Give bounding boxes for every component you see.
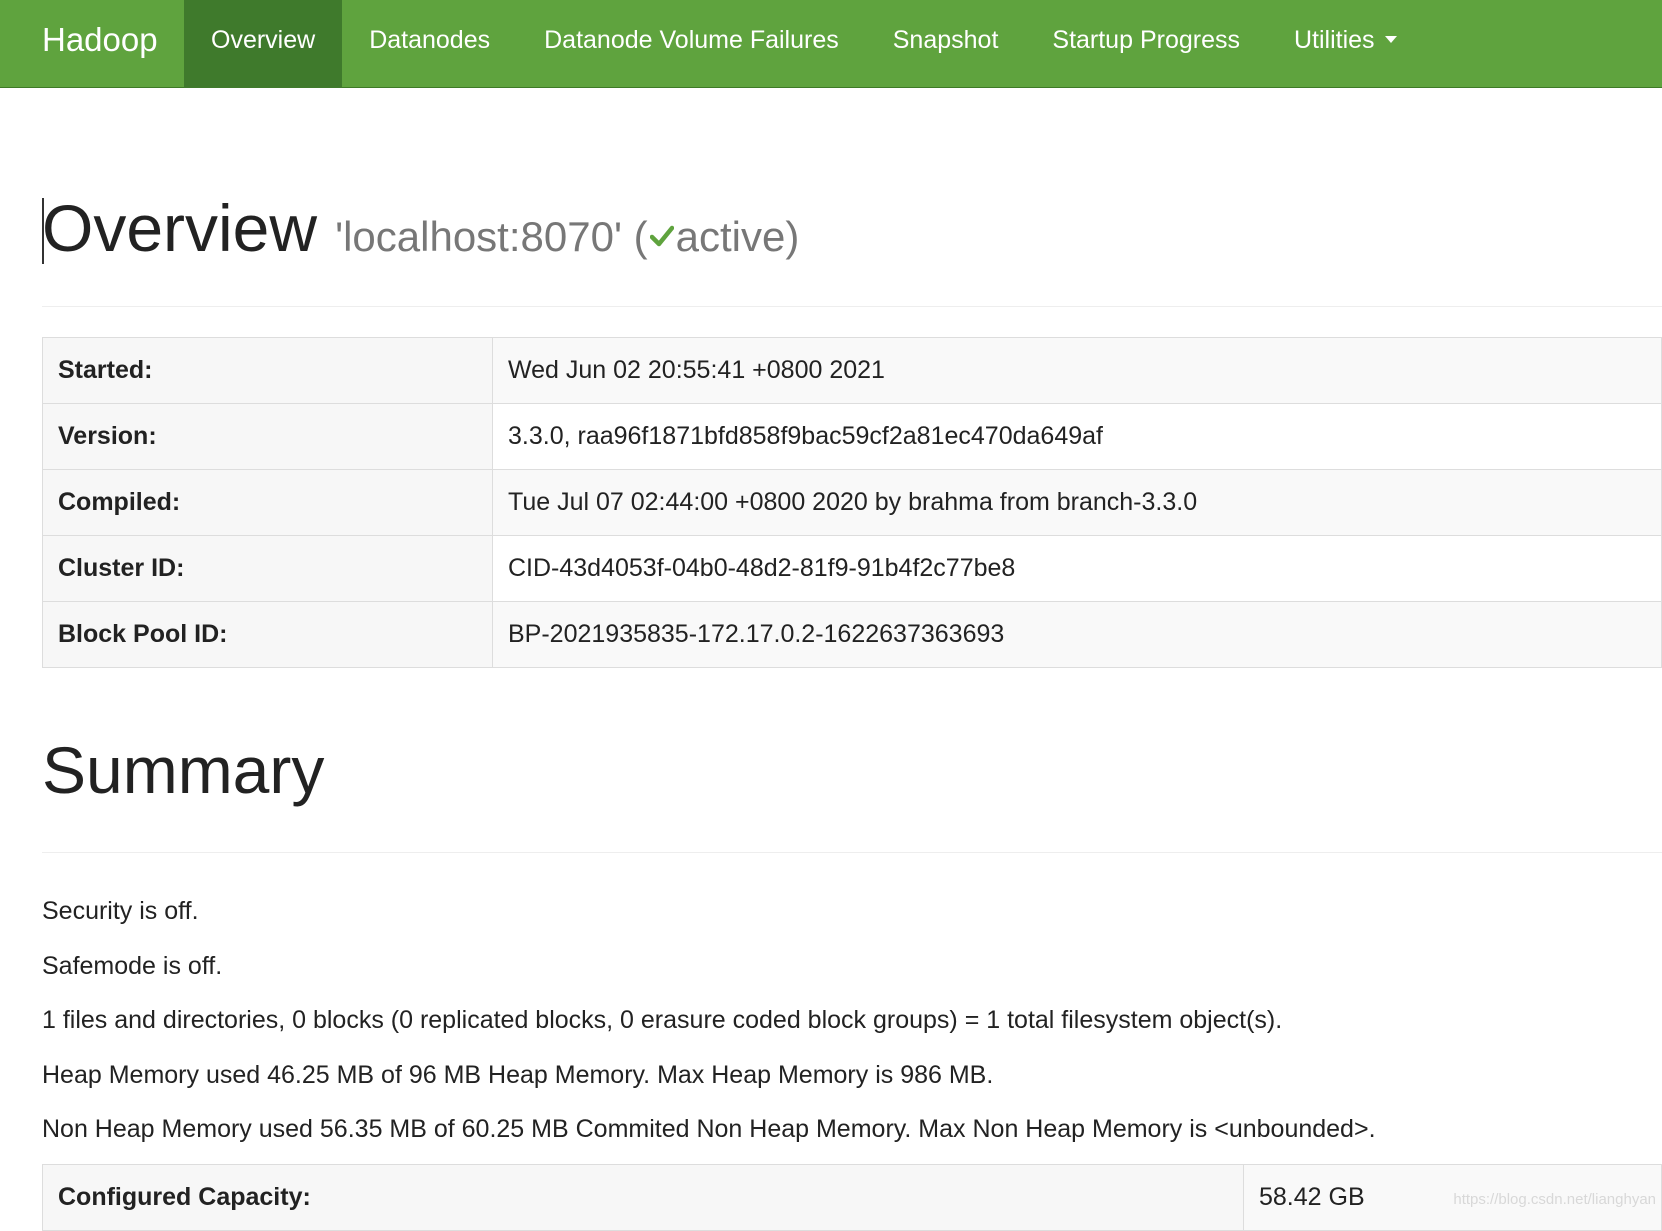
brand-logo-link[interactable]: Hadoop	[42, 0, 158, 88]
table-row: Configured Capacity: 58.42 GB	[43, 1165, 1662, 1231]
row-value-cluster-id: CID-43d4053f-04b0-48d2-81f9-91b4f2c77be8	[493, 536, 1662, 602]
security-status-text: Security is off.	[42, 896, 199, 926]
summary-title: Summary	[42, 730, 324, 810]
overview-header: Overview 'localhost:8070' ( active)	[42, 188, 1662, 307]
summary-table: Configured Capacity: 58.42 GB	[42, 1164, 1662, 1231]
nav-item-utilities-dropdown[interactable]: Utilities	[1267, 0, 1424, 88]
row-label-compiled: Compiled:	[43, 470, 493, 536]
namenode-subtitle: 'localhost:8070' ( active)	[335, 213, 799, 260]
nav-item-datanode-volume-failures[interactable]: Datanode Volume Failures	[517, 0, 866, 88]
filesystem-objects-text: 1 files and directories, 0 blocks (0 rep…	[42, 1005, 1282, 1035]
nav-item-snapshot[interactable]: Snapshot	[866, 0, 1026, 88]
table-row: Version: 3.3.0, raa96f1871bfd858f9bac59c…	[43, 404, 1662, 470]
row-label-block-pool-id: Block Pool ID:	[43, 602, 493, 668]
table-row: Compiled: Tue Jul 07 02:44:00 +0800 2020…	[43, 470, 1662, 536]
safemode-status-text: Safemode is off.	[42, 951, 222, 981]
row-value-block-pool-id: BP-2021935835-172.17.0.2-1622637363693	[493, 602, 1662, 668]
status-text: active	[676, 213, 786, 260]
nav-item-utilities-label: Utilities	[1294, 26, 1375, 54]
row-value-started: Wed Jun 02 20:55:41 +0800 2021	[493, 338, 1662, 404]
check-icon	[650, 225, 674, 247]
paren-close: )	[785, 213, 799, 260]
nav-item-startup-progress[interactable]: Startup Progress	[1025, 0, 1267, 88]
top-navbar: Hadoop Overview Datanodes Datanode Volum…	[0, 0, 1662, 88]
table-row: Cluster ID: CID-43d4053f-04b0-48d2-81f9-…	[43, 536, 1662, 602]
host-address: 'localhost:8070'	[335, 213, 622, 260]
row-label-cluster-id: Cluster ID:	[43, 536, 493, 602]
paren-open: (	[634, 213, 648, 260]
table-row: Block Pool ID: BP-2021935835-172.17.0.2-…	[43, 602, 1662, 668]
watermark: https://blog.csdn.net/lianghyan	[1453, 1191, 1656, 1208]
row-label-version: Version:	[43, 404, 493, 470]
overview-info-table: Started: Wed Jun 02 20:55:41 +0800 2021 …	[42, 337, 1662, 668]
nav-item-datanodes[interactable]: Datanodes	[342, 0, 517, 88]
row-value-compiled: Tue Jul 07 02:44:00 +0800 2020 by brahma…	[493, 470, 1662, 536]
row-label-started: Started:	[43, 338, 493, 404]
page-title: Overview 'localhost:8070' ( active)	[42, 188, 799, 277]
overview-title: Overview	[42, 191, 317, 265]
nav-menu: Overview Datanodes Datanode Volume Failu…	[184, 0, 1424, 88]
caret-down-icon	[1385, 36, 1397, 43]
table-row: Started: Wed Jun 02 20:55:41 +0800 2021	[43, 338, 1662, 404]
nav-item-overview[interactable]: Overview	[184, 0, 342, 88]
row-label-configured-capacity: Configured Capacity:	[43, 1165, 1244, 1231]
row-value-version: 3.3.0, raa96f1871bfd858f9bac59cf2a81ec47…	[493, 404, 1662, 470]
heap-memory-text: Heap Memory used 46.25 MB of 96 MB Heap …	[42, 1060, 993, 1090]
non-heap-memory-text: Non Heap Memory used 56.35 MB of 60.25 M…	[42, 1114, 1376, 1144]
summary-header: Summary	[42, 730, 1662, 853]
